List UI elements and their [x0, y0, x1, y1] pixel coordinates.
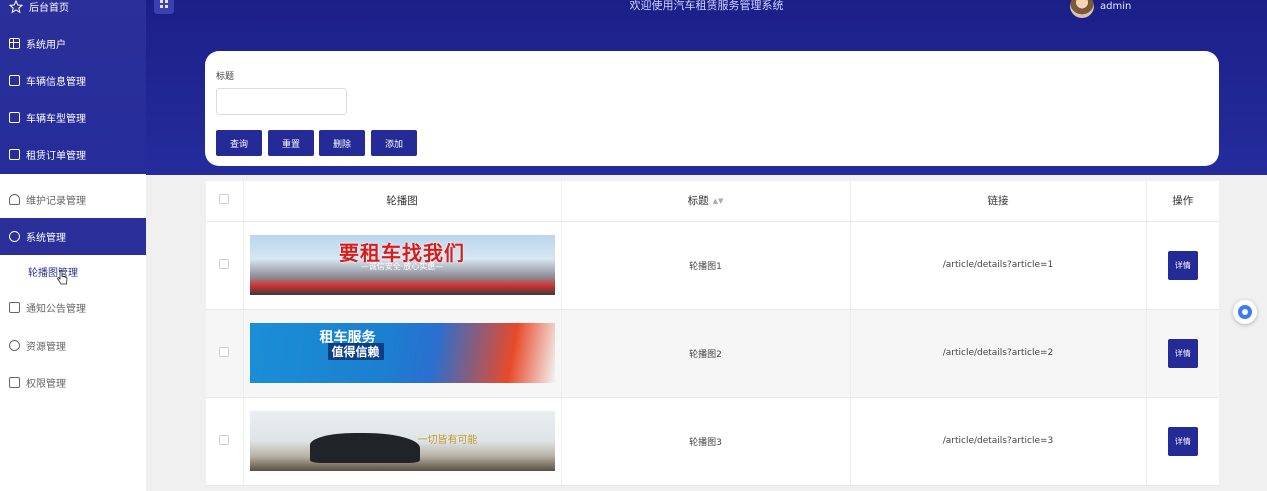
- sidebar-item-label: 权限管理: [26, 379, 66, 390]
- sidebar-item-vehicle-info[interactable]: 车辆信息管理: [0, 62, 146, 99]
- table-row: 要租车找我们 —诚信安全·放心实惠— 轮播图1 /article/details?…: [206, 221, 1219, 310]
- hand-cursor-icon: [56, 270, 68, 285]
- sidebar-item-label: 系统用户: [26, 40, 66, 51]
- row-link: /article/details?article=2: [850, 309, 1147, 398]
- row-title: 轮播图2: [561, 309, 851, 398]
- sidebar-item-maintenance[interactable]: 维护记录管理: [0, 181, 146, 218]
- select-all-checkbox[interactable]: [219, 194, 230, 205]
- sidebar: 后台首页 系统用户 车辆信息管理 车辆车型管理 租赁订单管理 维护记录管理 系统…: [0, 0, 146, 491]
- row-link: /article/details?article=3: [850, 397, 1147, 486]
- detail-button[interactable]: 详情: [1167, 250, 1198, 280]
- carousel-image: 租车服务 值得信赖: [249, 323, 555, 383]
- sidebar-item-label: 系统管理: [26, 233, 66, 244]
- document-icon: [9, 149, 20, 160]
- column-header-link: 链接: [850, 181, 1147, 222]
- column-header-title-label: 标题: [687, 195, 709, 208]
- search-panel: 标题 查询 重置 删除 添加: [205, 51, 1219, 166]
- row-checkbox[interactable]: [219, 434, 230, 445]
- clipboard-icon: [9, 302, 20, 313]
- banner-subtext: —诚信安全·放心实惠—: [360, 262, 444, 271]
- floating-assistant-button[interactable]: [1233, 300, 1257, 324]
- clipboard-icon: [9, 75, 20, 86]
- carousel-image: 一切皆有可能: [249, 411, 555, 471]
- table-row: 租车服务 值得信赖 轮播图2 /article/details?article=2…: [206, 309, 1219, 398]
- sidebar-item-label: 后台首页: [29, 3, 69, 14]
- query-button[interactable]: 查询: [216, 130, 262, 156]
- select-all-cell: [206, 181, 244, 222]
- column-header-action: 操作: [1146, 181, 1219, 222]
- car-shape: [309, 433, 420, 463]
- sidebar-item-home[interactable]: 后台首页: [0, 0, 146, 25]
- chat-icon: [9, 340, 20, 351]
- carousel-table: 轮播图 标题 ▲▼ 链接 操作 要租车找我们 —诚信安全·放心实惠— 轮播图1 /a…: [206, 181, 1219, 486]
- sidebar-item-resources[interactable]: 资源管理: [0, 327, 146, 364]
- document-icon: [9, 377, 20, 388]
- user-menu[interactable]: admin: [1070, 0, 1131, 18]
- table-row: 一切皆有可能 轮播图3 /article/details?article=3 详…: [206, 397, 1219, 486]
- title-search-input[interactable]: [216, 88, 347, 115]
- sidebar-item-notices[interactable]: 通知公告管理: [0, 289, 146, 326]
- star-icon: [9, 0, 23, 13]
- table-header-row: 轮播图 标题 ▲▼ 链接 操作: [206, 181, 1219, 222]
- banner-subtext: 值得信赖: [327, 343, 384, 360]
- row-link: /article/details?article=1: [850, 221, 1147, 310]
- person-icon: [9, 194, 20, 205]
- avatar: [1070, 0, 1094, 18]
- sidebar-subitem-carousel[interactable]: 轮播图管理: [28, 264, 78, 279]
- column-header-image: 轮播图: [243, 181, 562, 222]
- carousel-image: 要租车找我们 —诚信安全·放心实惠—: [249, 235, 555, 295]
- grid-icon: [9, 38, 20, 49]
- sidebar-item-label: 车辆信息管理: [26, 77, 86, 88]
- document-icon: [9, 112, 20, 123]
- delete-button[interactable]: 删除: [319, 130, 365, 156]
- banner-text: 一切皆有可能: [417, 435, 478, 446]
- sidebar-item-label: 车辆车型管理: [26, 114, 86, 125]
- detail-button[interactable]: 详情: [1167, 338, 1198, 368]
- reset-button[interactable]: 重置: [268, 130, 314, 156]
- username: admin: [1100, 0, 1132, 12]
- row-checkbox[interactable]: [219, 258, 230, 269]
- detail-button[interactable]: 详情: [1167, 426, 1198, 456]
- sidebar-item-label: 资源管理: [26, 342, 66, 353]
- sidebar-item-label: 租赁订单管理: [26, 151, 86, 162]
- sidebar-item-rental-orders[interactable]: 租赁订单管理: [0, 136, 146, 173]
- sidebar-item-label: 维护记录管理: [26, 196, 86, 207]
- sidebar-item-users[interactable]: 系统用户: [0, 25, 146, 62]
- row-title: 轮播图3: [561, 397, 851, 486]
- title-filter-label: 标题: [216, 72, 235, 82]
- assistant-icon: [1238, 305, 1252, 319]
- column-header-title[interactable]: 标题 ▲▼: [561, 181, 851, 222]
- row-checkbox[interactable]: [219, 346, 230, 357]
- sort-icon[interactable]: ▲▼: [713, 197, 724, 205]
- row-title: 轮播图1: [561, 221, 851, 310]
- sidebar-item-label: 通知公告管理: [26, 304, 86, 315]
- chat-icon: [9, 231, 20, 242]
- sidebar-item-system[interactable]: 系统管理: [0, 218, 146, 255]
- sidebar-item-permissions[interactable]: 权限管理: [0, 364, 146, 401]
- sidebar-item-vehicle-type[interactable]: 车辆车型管理: [0, 99, 146, 136]
- add-button[interactable]: 添加: [371, 130, 417, 156]
